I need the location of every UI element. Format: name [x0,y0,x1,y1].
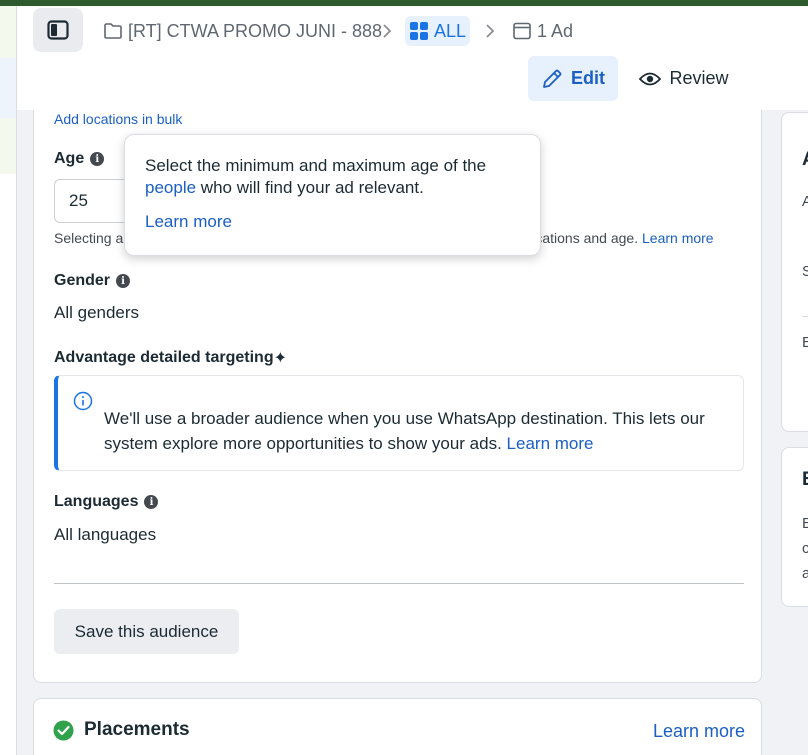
age-learn-more-link[interactable]: Learn more [642,230,714,246]
languages-value[interactable]: All languages [54,525,156,545]
detailed-targeting-label: Advantage detailed targeting [54,349,274,366]
info-icon[interactable]: i [144,495,159,509]
age-min-value: 25 [69,191,88,210]
info-circle-icon [73,391,93,411]
chevron-right-icon [486,24,495,38]
notice-learn-more-link[interactable]: Learn more [507,434,594,453]
info-icon[interactable]: i [116,274,131,288]
tooltip-text-after: who will find your ad relevant. [200,178,424,197]
sparkle-icon: ✦ [273,350,287,367]
gender-value[interactable]: All genders [54,303,139,323]
gender-label-row: Gender i [54,272,131,290]
right-info-card: E E c a [781,447,808,607]
tooltip-text-before: Select the minimum and maximum age of th… [145,156,487,175]
breadcrumb-separator [381,16,398,46]
detailed-targeting-label-row: Advantage detailed targeting ✦ [54,348,287,368]
right-card-line: E [802,515,808,532]
edit-mode-button[interactable]: Edit [528,56,618,101]
languages-label-row: Languages i [54,493,159,511]
right-summary-card: A A S E [781,112,808,432]
placements-card: Placements Learn more [33,698,762,755]
tooltip-text: Select the minimum and maximum age of th… [145,155,525,199]
left-panel-row-selected[interactable] [0,58,16,118]
right-card-line: S [802,263,808,280]
edit-mode-label: Edit [571,68,605,88]
review-mode-label: Review [669,68,729,88]
age-tooltip: Select the minimum and maximum age of th… [124,134,541,256]
whatsapp-broad-audience-notice: We'll use a broader audience when you us… [54,375,744,471]
ad-frame-icon [513,22,531,40]
age-label: Age [54,150,85,167]
check-circle-icon [53,720,74,741]
review-mode-button[interactable]: Review [629,56,739,101]
sidebar-toggle-button[interactable] [33,8,83,52]
pencil-icon [543,69,562,88]
save-audience-button[interactable]: Save this audience [54,609,239,654]
info-icon[interactable]: i [90,152,105,166]
chevron-right-icon [383,24,392,38]
age-label-row: Age i [54,150,105,168]
section-divider [54,583,744,584]
sidebar-toggle-icon [47,20,69,40]
languages-label: Languages [54,493,139,510]
notice-text: We'll use a broader audience when you us… [104,406,734,456]
right-card-line: c [802,540,808,557]
right-card-title: A [802,149,808,171]
notice-body: We'll use a broader audience when you us… [104,409,705,453]
left-panel-row[interactable] [0,6,16,58]
breadcrumb-adset-label: ALL [434,20,467,41]
grid-icon [410,22,428,40]
right-card-title: E [802,469,808,491]
right-card-line: E [802,334,808,351]
placements-title: Placements [84,719,190,740]
breadcrumb-campaign-label: [RT] CTWA PROMO JUNI - 888 [128,20,383,41]
left-side-panel [0,6,17,755]
tooltip-highlight: people [145,178,197,197]
breadcrumb-separator [484,16,501,46]
eye-icon [639,72,662,85]
breadcrumb-adset[interactable]: ALL [405,16,471,46]
breadcrumb-ad[interactable]: 1 Ad [512,16,573,46]
right-card-divider [802,316,808,317]
tooltip-learn-more-link[interactable]: Learn more [145,212,232,232]
right-card-line: a [802,565,808,582]
gender-label: Gender [54,272,111,289]
breadcrumb-ad-label: 1 Ad [537,20,574,41]
left-panel-row[interactable] [0,118,16,174]
age-note-start: Selecting a [54,230,124,246]
folder-icon [104,23,122,39]
right-card-line: A [802,193,808,210]
add-locations-bulk-link[interactable]: Add locations in bulk [54,111,182,127]
breadcrumb-campaign[interactable]: [RT] CTWA PROMO JUNI - 888 [103,16,382,46]
editor-header: [RT] CTWA PROMO JUNI - 888 ALL 1 Ad Edit [17,6,808,110]
placements-learn-more-link[interactable]: Learn more [653,721,745,742]
